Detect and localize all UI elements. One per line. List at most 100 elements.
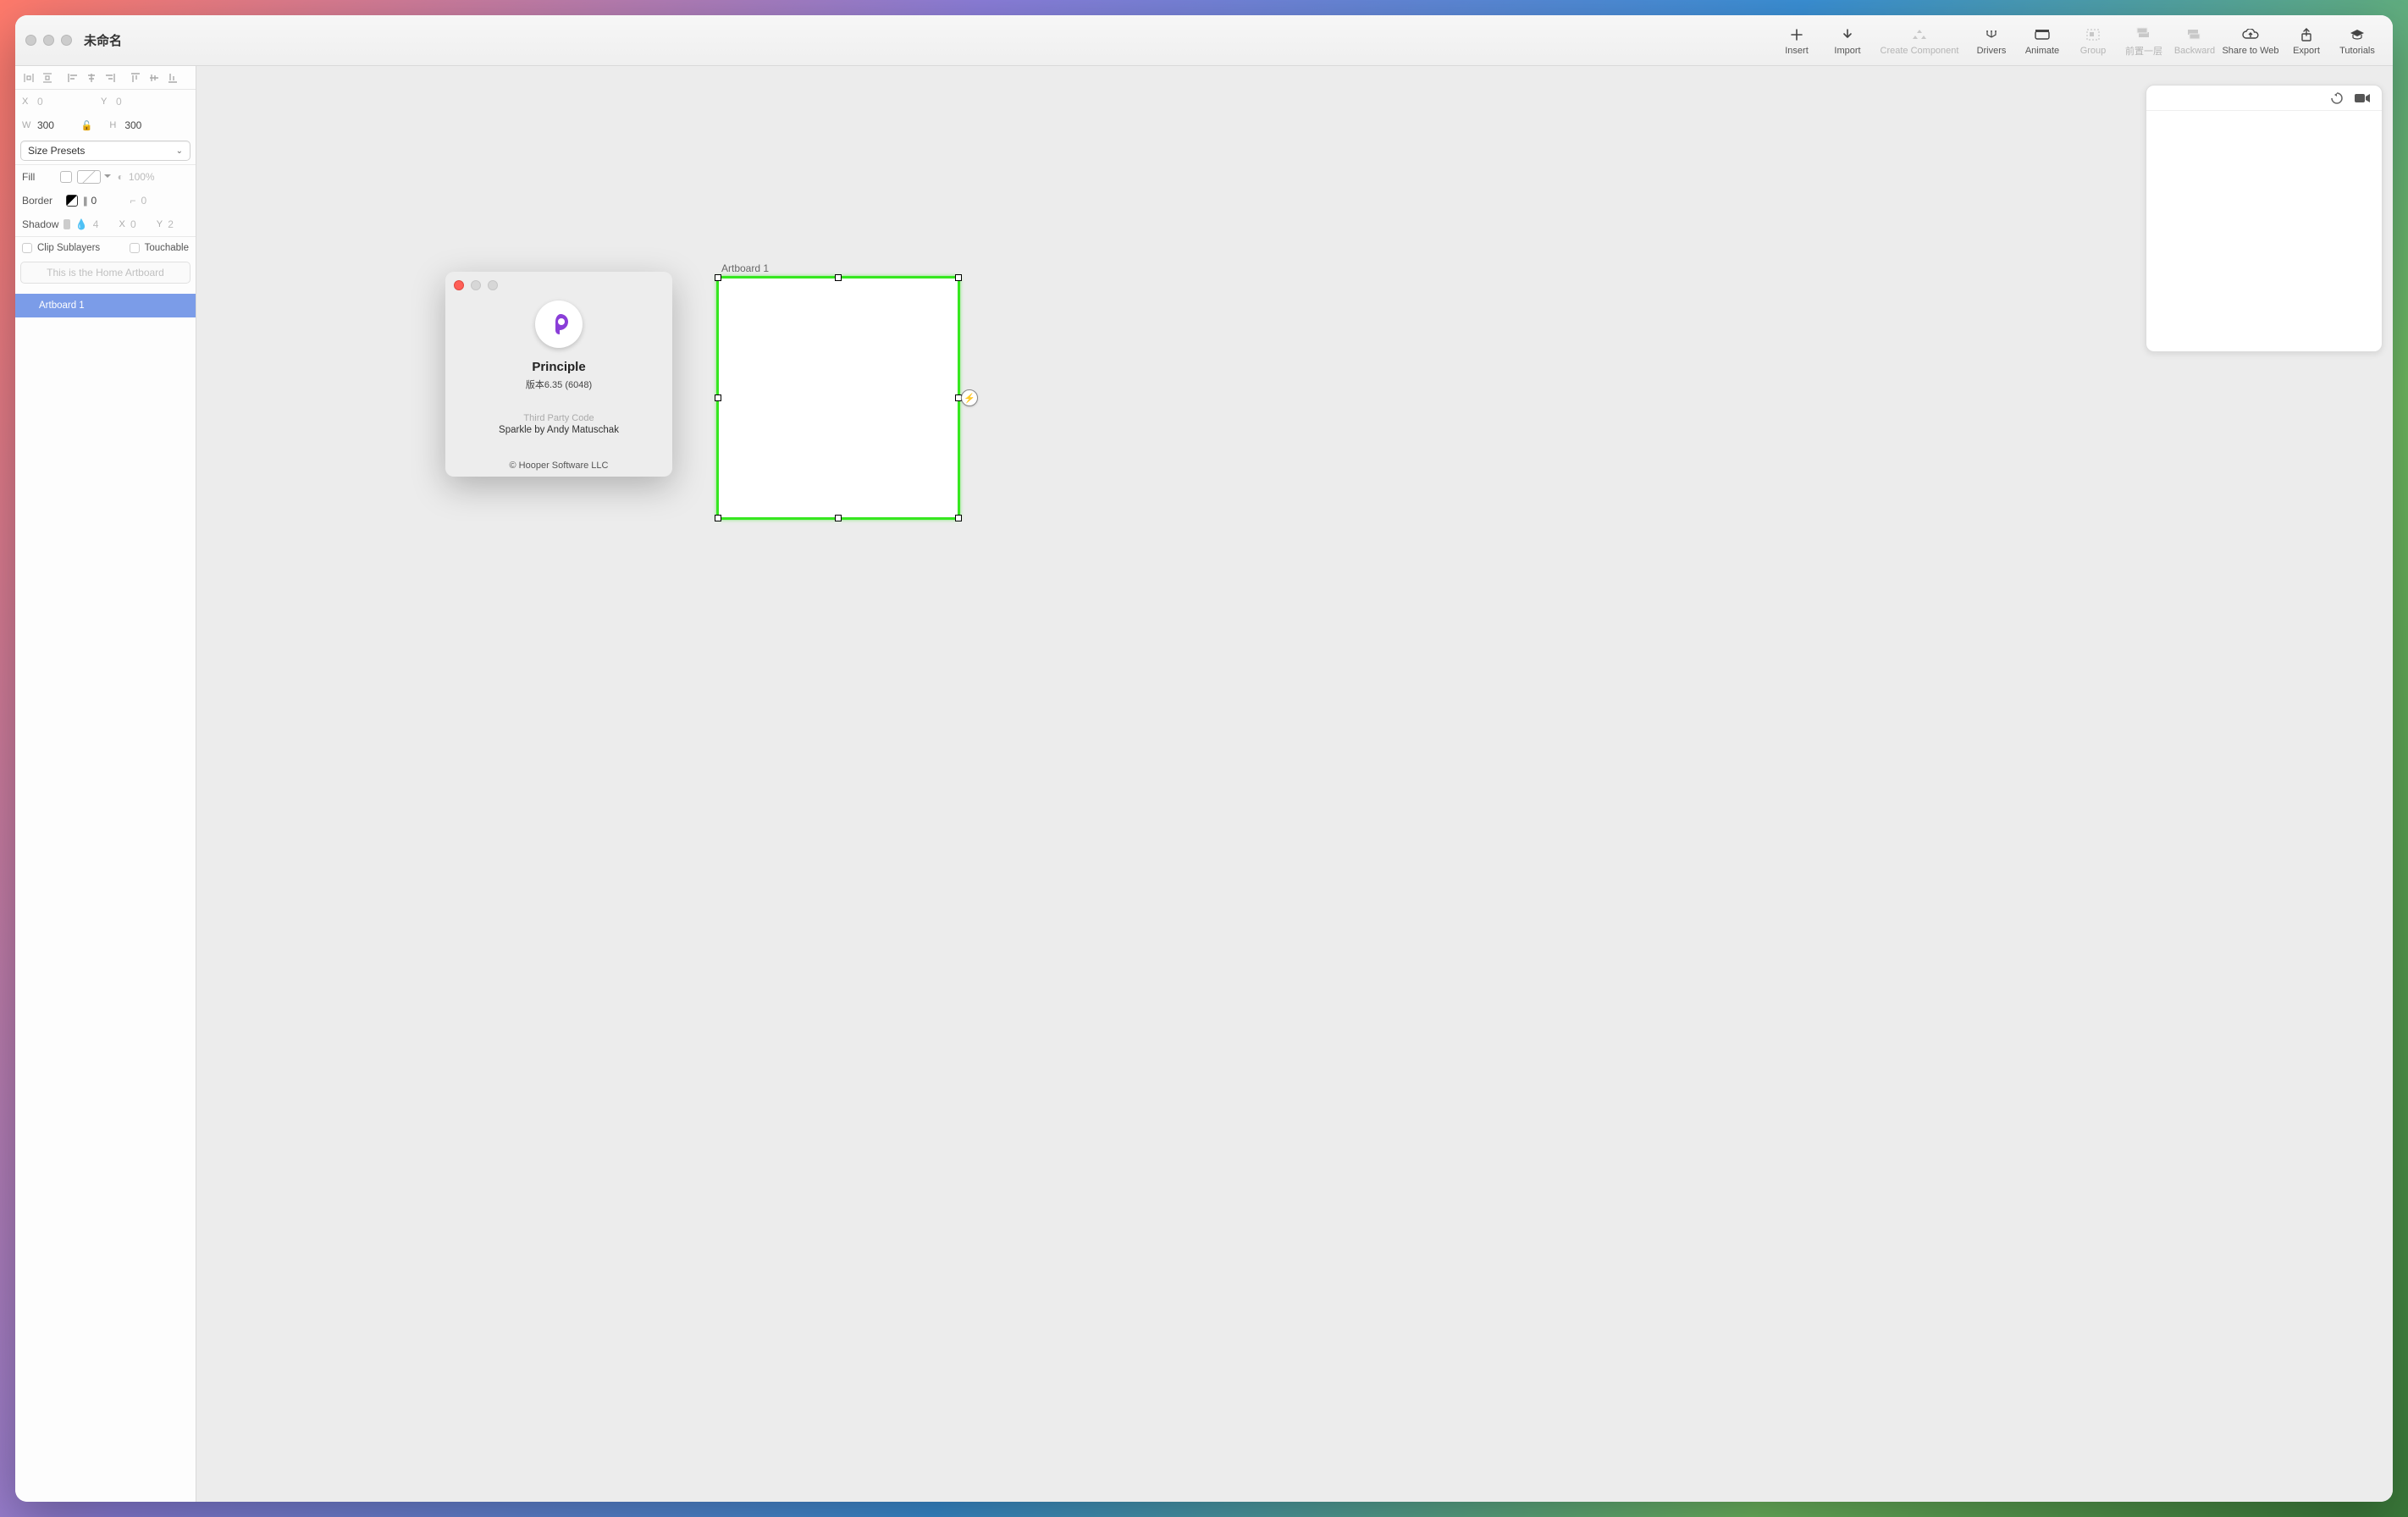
resize-handle-tm[interactable] <box>835 274 842 281</box>
about-minimize-button <box>471 280 481 290</box>
app-icon <box>535 301 583 348</box>
size-presets-label: Size Presets <box>28 145 85 157</box>
window-controls <box>25 35 72 46</box>
artboard[interactable]: ⚡ <box>716 276 960 520</box>
insert-button[interactable]: Insert <box>1771 24 1822 58</box>
import-button[interactable]: Import <box>1822 24 1873 58</box>
about-app-name: Principle <box>532 360 585 374</box>
share-icon <box>2300 25 2312 44</box>
backward-button: Backward <box>2169 24 2220 58</box>
animate-button[interactable]: Animate <box>2017 24 2068 58</box>
titlebar: 未命名 Insert Import Create Component Drive… <box>15 15 2393 66</box>
tutorials-button[interactable]: Tutorials <box>2332 24 2383 58</box>
toolbar: Insert Import Create Component Drivers A… <box>1771 24 2383 58</box>
corner-radius-icon: ⌐ <box>130 195 136 207</box>
artboard-label[interactable]: Artboard 1 <box>721 262 769 274</box>
inspector-sidebar: X 0 Y 0 W 300 🔓 H 300 Size Presets ⌄ <box>15 66 196 1502</box>
border-width-input[interactable]: 0 <box>91 195 125 207</box>
align-right-icon[interactable] <box>102 69 119 86</box>
about-copyright: © Hooper Software LLC <box>510 461 609 471</box>
component-icon <box>1913 25 1926 44</box>
align-top-icon[interactable] <box>127 69 144 86</box>
document-title: 未命名 <box>84 31 122 49</box>
shadow-x-input[interactable]: 0 <box>130 218 152 230</box>
group-button: Group <box>2068 24 2118 58</box>
alignment-toolbar <box>15 66 196 90</box>
resize-handle-bm[interactable] <box>835 515 842 521</box>
share-to-web-button[interactable]: Share to Web <box>2220 24 2281 58</box>
y-input[interactable]: 0 <box>116 96 150 108</box>
fill-color-swatch[interactable] <box>60 171 72 183</box>
width-input[interactable]: 300 <box>37 119 71 131</box>
opacity-icon: ◐ <box>118 171 124 183</box>
animate-icon <box>2035 25 2050 44</box>
align-bottom-icon[interactable] <box>164 69 181 86</box>
send-backward-icon <box>2187 25 2202 44</box>
shadow-y-input[interactable]: 2 <box>168 218 189 230</box>
touchable-label: Touchable <box>145 243 189 253</box>
cloud-upload-icon <box>2242 25 2259 44</box>
fill-opacity-input[interactable]: 100% <box>129 171 155 183</box>
about-zoom-button <box>488 280 498 290</box>
fill-image-dropdown[interactable] <box>77 170 101 184</box>
shadow-blur-input[interactable]: 4 <box>93 218 114 230</box>
preview-panel <box>2146 85 2383 352</box>
drivers-button[interactable]: Drivers <box>1966 24 2017 58</box>
border-label: Border <box>22 195 52 207</box>
blur-icon: 💧 <box>75 218 88 230</box>
create-component-button: Create Component <box>1873 24 1966 58</box>
fill-label: Fill <box>22 171 35 183</box>
border-width-icon: ||| <box>83 195 86 207</box>
w-label: W <box>22 120 32 130</box>
about-version: 版本6.35 (6048) <box>526 378 592 391</box>
align-center-v-icon[interactable] <box>146 69 163 86</box>
export-button[interactable]: Export <box>2281 24 2332 58</box>
about-sparkle-credit: Sparkle by Andy Matuschak <box>499 425 619 435</box>
group-icon <box>2086 25 2100 44</box>
canvas[interactable]: Artboard 1 ⚡ <box>196 66 2393 1502</box>
shadow-color-swatch[interactable] <box>64 219 69 229</box>
x-label: X <box>22 97 32 107</box>
forward-button: 前置一层 <box>2118 24 2169 58</box>
resize-handle-tl[interactable] <box>715 274 721 281</box>
height-input[interactable]: 300 <box>124 119 158 131</box>
resize-handle-br[interactable] <box>955 515 962 521</box>
close-window-button[interactable] <box>25 35 36 46</box>
main-window: 未命名 Insert Import Create Component Drive… <box>15 15 2393 1502</box>
distribute-vertical-icon[interactable] <box>39 69 56 86</box>
about-close-button[interactable] <box>454 280 464 290</box>
size-presets-dropdown[interactable]: Size Presets ⌄ <box>20 141 191 161</box>
align-left-icon[interactable] <box>64 69 81 86</box>
corner-radius-input[interactable]: 0 <box>141 195 175 207</box>
lock-aspect-icon[interactable]: 🔓 <box>81 120 93 131</box>
align-center-h-icon[interactable] <box>83 69 100 86</box>
shadow-label: Shadow <box>22 218 58 230</box>
h-label: H <box>109 120 119 130</box>
graduation-cap-icon <box>2350 25 2365 44</box>
border-color-swatch[interactable] <box>66 195 78 207</box>
resize-handle-ml[interactable] <box>715 394 721 401</box>
rewind-icon[interactable] <box>2329 92 2343 104</box>
layer-item[interactable]: Artboard 1 <box>15 294 196 317</box>
resize-handle-tr[interactable] <box>955 274 962 281</box>
drivers-icon <box>1985 25 1998 44</box>
layer-item-label: Artboard 1 <box>39 301 85 311</box>
x-input[interactable]: 0 <box>37 96 71 108</box>
layer-list: Artboard 1 <box>15 294 196 317</box>
interaction-bolt-icon[interactable]: ⚡ <box>961 389 978 406</box>
zoom-window-button[interactable] <box>61 35 72 46</box>
resize-handle-bl[interactable] <box>715 515 721 521</box>
minimize-window-button[interactable] <box>43 35 54 46</box>
clip-sublayers-checkbox[interactable] <box>22 243 32 253</box>
distribute-horizontal-icon[interactable] <box>20 69 37 86</box>
about-third-party-label: Third Party Code <box>523 413 594 423</box>
touchable-checkbox[interactable] <box>130 243 140 253</box>
download-arrow-icon <box>1842 25 1853 44</box>
chevron-down-icon: ⌄ <box>176 146 183 156</box>
clip-sublayers-label: Clip Sublayers <box>37 243 100 253</box>
about-dialog: Principle 版本6.35 (6048) Third Party Code… <box>445 272 672 477</box>
home-artboard-button[interactable]: This is the Home Artboard <box>20 262 191 284</box>
record-icon[interactable] <box>2355 93 2370 103</box>
plus-icon <box>1791 25 1803 44</box>
y-label: Y <box>101 97 111 107</box>
